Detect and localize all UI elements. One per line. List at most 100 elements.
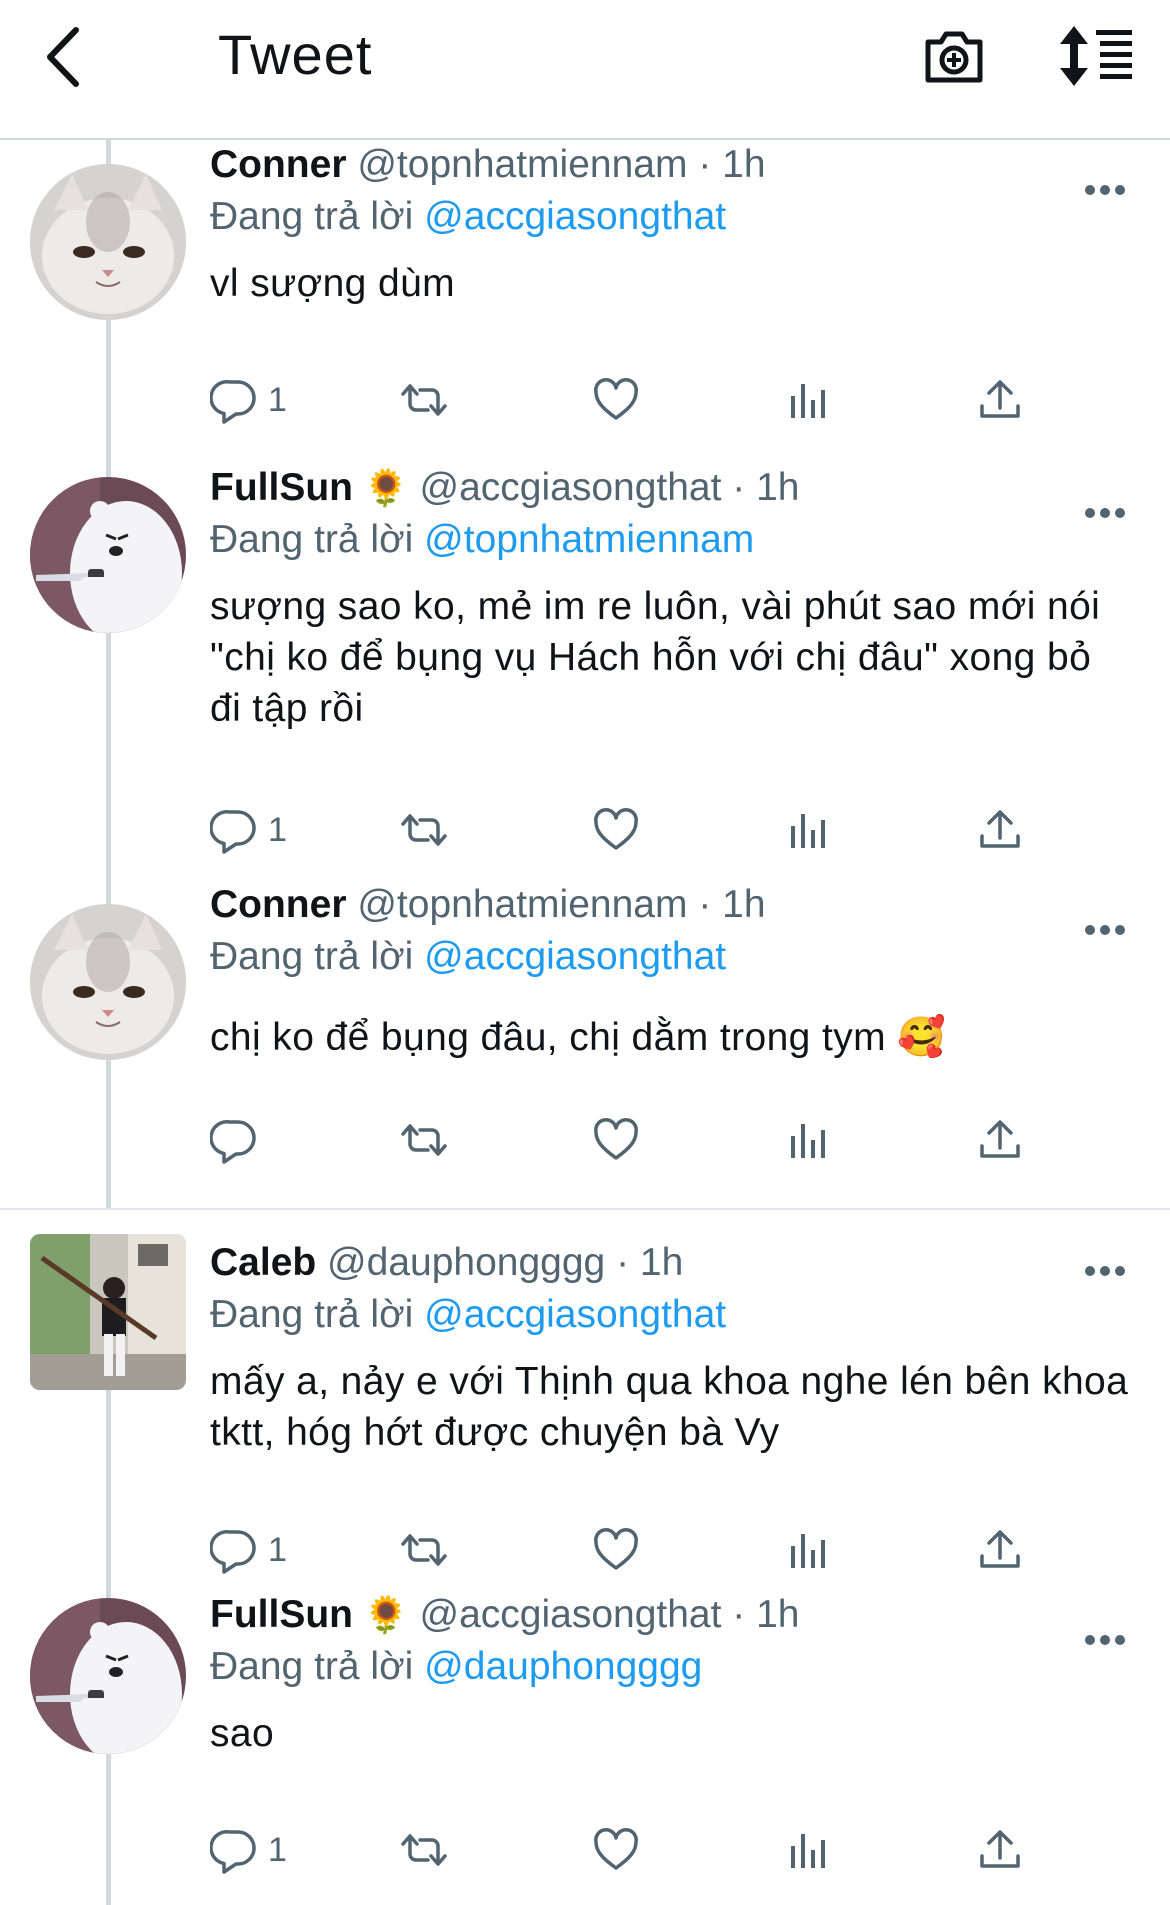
reply-button[interactable]: 1 xyxy=(210,1520,287,1580)
more-options-icon[interactable] xyxy=(1084,183,1126,197)
replying-to: Đang trả lời @accgiasongthat xyxy=(210,932,1130,982)
avatar[interactable] xyxy=(30,904,186,1060)
sunflower-emoji: 🌻 xyxy=(363,467,409,508)
camera-add-icon[interactable] xyxy=(922,24,986,88)
tweet-header: FullSun 🌻 @accgiasongthat · 1h xyxy=(210,1590,1130,1640)
avatar[interactable] xyxy=(30,477,186,633)
share-button[interactable] xyxy=(976,1520,1024,1580)
mention-link[interactable]: @accgiasongthat xyxy=(424,195,726,238)
handle[interactable]: @accgiasongthat xyxy=(420,466,722,509)
tweet-text: sượng sao ko, mẻ im re luôn, vài phút sa… xyxy=(210,585,1101,730)
retweet-icon xyxy=(400,1116,448,1164)
retweet-button[interactable] xyxy=(400,370,448,430)
reply-count: 1 xyxy=(268,1830,287,1869)
avatar[interactable] xyxy=(30,164,186,320)
stats-icon xyxy=(784,806,832,854)
reply-count: 1 xyxy=(268,810,287,849)
heart-icon xyxy=(592,806,640,854)
tweet-header: Conner @topnhatmiennam · 1h xyxy=(210,140,1130,190)
mention-link[interactable]: @accgiasongthat xyxy=(424,1293,726,1336)
mention-link[interactable]: @dauphongggg xyxy=(424,1645,702,1688)
stats-icon xyxy=(784,1116,832,1164)
more-options-icon[interactable] xyxy=(1084,506,1126,520)
replying-to: Đang trả lời @dauphongggg xyxy=(210,1642,1130,1692)
replying-to: Đang trả lời @accgiasongthat xyxy=(210,192,1130,242)
heart-icon xyxy=(592,1826,640,1874)
like-button[interactable] xyxy=(592,1520,640,1580)
action-bar xyxy=(210,1110,1050,1170)
share-icon xyxy=(976,806,1024,854)
replying-to: Đang trả lời @topnhatmiennam xyxy=(210,515,1130,565)
avatar[interactable] xyxy=(30,1234,186,1390)
replying-to-label: Đang trả lời xyxy=(210,935,414,978)
tweet-header: Caleb @dauphongggg · 1h xyxy=(210,1238,1130,1288)
timestamp: · 1h xyxy=(698,883,766,926)
share-button[interactable] xyxy=(976,1110,1024,1170)
display-name[interactable]: Caleb xyxy=(210,1241,316,1284)
handle[interactable]: @accgiasongthat xyxy=(420,1593,722,1636)
mention-link[interactable]: @accgiasongthat xyxy=(424,935,726,978)
heart-icon xyxy=(592,1526,640,1574)
tweet-text: chị ko để bụng đâu, chị dằm trong tym 🥰 xyxy=(210,1016,947,1059)
tweet-header: FullSun 🌻 @accgiasongthat · 1h xyxy=(210,463,1130,513)
reply-count: 1 xyxy=(268,1530,287,1569)
like-button[interactable] xyxy=(592,1820,640,1880)
share-button[interactable] xyxy=(976,1820,1024,1880)
top-bar: Tweet xyxy=(0,0,1170,140)
stats-icon xyxy=(784,376,832,424)
share-icon xyxy=(976,1116,1024,1164)
reply-icon xyxy=(210,1826,258,1874)
reply-count: 1 xyxy=(268,380,287,419)
retweet-button[interactable] xyxy=(400,800,448,860)
mention-link[interactable]: @topnhatmiennam xyxy=(424,518,754,561)
tweet-header: Conner @topnhatmiennam · 1h xyxy=(210,880,1130,930)
like-button[interactable] xyxy=(592,370,640,430)
page-title: Tweet xyxy=(218,23,373,86)
retweet-icon xyxy=(400,806,448,854)
views-button[interactable] xyxy=(784,370,832,430)
retweet-icon xyxy=(400,1526,448,1574)
handle[interactable]: @dauphongggg xyxy=(327,1241,605,1284)
retweet-button[interactable] xyxy=(400,1820,448,1880)
reply-button[interactable]: 1 xyxy=(210,1820,287,1880)
reply-button[interactable]: 1 xyxy=(210,370,287,430)
replying-to-label: Đang trả lời xyxy=(210,518,414,561)
retweet-icon xyxy=(400,376,448,424)
retweet-button[interactable] xyxy=(400,1520,448,1580)
more-options-icon[interactable] xyxy=(1084,1264,1126,1278)
more-options-icon[interactable] xyxy=(1084,923,1126,937)
timestamp: · 1h xyxy=(698,143,766,186)
share-button[interactable] xyxy=(976,800,1024,860)
display-name[interactable]: FullSun xyxy=(210,466,353,509)
sort-order-icon[interactable] xyxy=(1058,24,1136,88)
timestamp: · 1h xyxy=(732,1593,800,1636)
display-name[interactable]: FullSun xyxy=(210,1593,353,1636)
timestamp: · 1h xyxy=(732,466,800,509)
more-options-icon[interactable] xyxy=(1084,1633,1126,1647)
replying-to-label: Đang trả lời xyxy=(210,1293,414,1336)
display-name[interactable]: Conner xyxy=(210,143,347,186)
share-icon xyxy=(976,1826,1024,1874)
views-button[interactable] xyxy=(784,800,832,860)
display-name[interactable]: Conner xyxy=(210,883,347,926)
heart-icon xyxy=(592,376,640,424)
share-button[interactable] xyxy=(976,370,1024,430)
reply-icon xyxy=(210,1116,258,1164)
avatar[interactable] xyxy=(30,1598,186,1754)
views-button[interactable] xyxy=(784,1110,832,1170)
tweet-text: sao xyxy=(210,1712,275,1755)
action-bar: 1 xyxy=(210,800,1050,860)
action-bar: 1 xyxy=(210,370,1050,430)
handle[interactable]: @topnhatmiennam xyxy=(357,883,687,926)
views-button[interactable] xyxy=(784,1820,832,1880)
views-button[interactable] xyxy=(784,1520,832,1580)
reply-button[interactable]: 1 xyxy=(210,800,287,860)
like-button[interactable] xyxy=(592,1110,640,1170)
reply-button[interactable] xyxy=(210,1110,268,1170)
chevron-left-icon[interactable] xyxy=(40,24,90,90)
handle[interactable]: @topnhatmiennam xyxy=(357,143,687,186)
reply-icon xyxy=(210,1526,258,1574)
like-button[interactable] xyxy=(592,800,640,860)
retweet-button[interactable] xyxy=(400,1110,448,1170)
action-bar: 1 xyxy=(210,1520,1050,1580)
